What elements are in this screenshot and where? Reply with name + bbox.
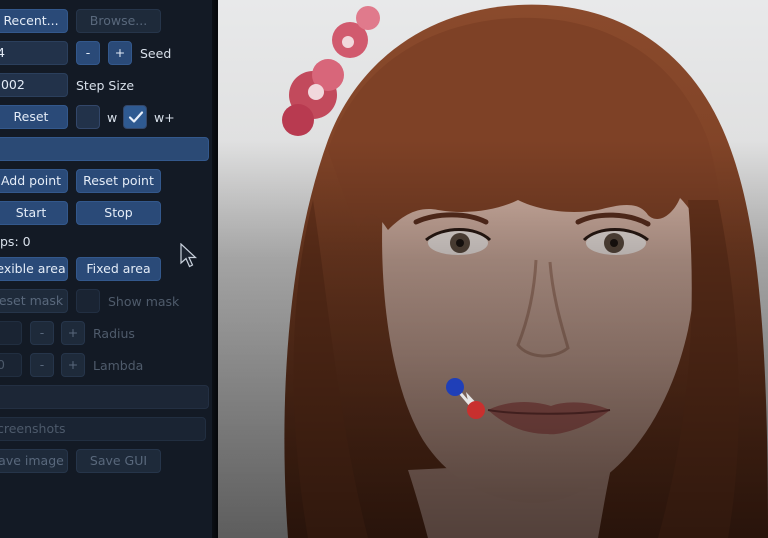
target-point-icon[interactable] <box>467 401 485 419</box>
seed-input[interactable]: 4 <box>0 41 68 65</box>
steps-counter: ps: 0 <box>0 234 31 249</box>
seed-plus-button[interactable]: + <box>108 41 132 65</box>
browse-button[interactable]: Browse... <box>76 9 161 33</box>
step-size-label: Step Size <box>76 78 135 93</box>
w-label: w <box>107 110 118 125</box>
mouse-cursor-icon <box>180 243 198 268</box>
control-panel: Recent... Browse... 4 - + Seed .002 Step… <box>0 0 218 538</box>
flexible-area-button[interactable]: exible area <box>0 257 68 281</box>
radius-plus-button[interactable]: + <box>61 321 85 345</box>
seed-minus-button[interactable]: - <box>76 41 100 65</box>
lambda-input[interactable]: 0 <box>0 353 22 377</box>
handle-point-icon[interactable] <box>446 378 464 396</box>
show-mask-checkbox[interactable] <box>76 289 100 313</box>
stop-button[interactable]: Stop <box>76 201 161 225</box>
reset-mask-button[interactable]: eset mask <box>0 289 68 313</box>
lambda-minus-button[interactable]: - <box>30 353 54 377</box>
radius-input[interactable] <box>0 321 22 345</box>
screenshots-path-input[interactable]: creenshots <box>0 417 206 441</box>
wplus-checkbox[interactable] <box>123 105 147 129</box>
capture-progress-bar[interactable] <box>0 385 209 409</box>
lambda-plus-button[interactable]: + <box>61 353 85 377</box>
portrait-image <box>218 4 768 538</box>
checkmark-icon <box>128 111 144 123</box>
save-gui-button[interactable]: Save GUI <box>76 449 161 473</box>
add-point-button[interactable]: Add point <box>0 169 68 193</box>
recent-button[interactable]: Recent... <box>0 9 68 33</box>
show-mask-label: Show mask <box>108 294 180 309</box>
w-checkbox[interactable] <box>76 105 100 129</box>
radius-minus-button[interactable]: - <box>30 321 54 345</box>
wplus-label: w+ <box>154 110 175 125</box>
seed-label: Seed <box>140 46 172 61</box>
save-image-button[interactable]: ave image <box>0 449 68 473</box>
step-size-input[interactable]: .002 <box>0 73 68 97</box>
reset-point-button[interactable]: Reset point <box>76 169 161 193</box>
start-button[interactable]: Start <box>0 201 68 225</box>
image-canvas[interactable] <box>218 0 768 538</box>
radius-label: Radius <box>93 326 135 341</box>
reset-button[interactable]: Reset <box>0 105 68 129</box>
lambda-label: Lambda <box>93 358 144 373</box>
fixed-area-button[interactable]: Fixed area <box>76 257 161 281</box>
latent-slider-bar[interactable] <box>0 137 209 161</box>
